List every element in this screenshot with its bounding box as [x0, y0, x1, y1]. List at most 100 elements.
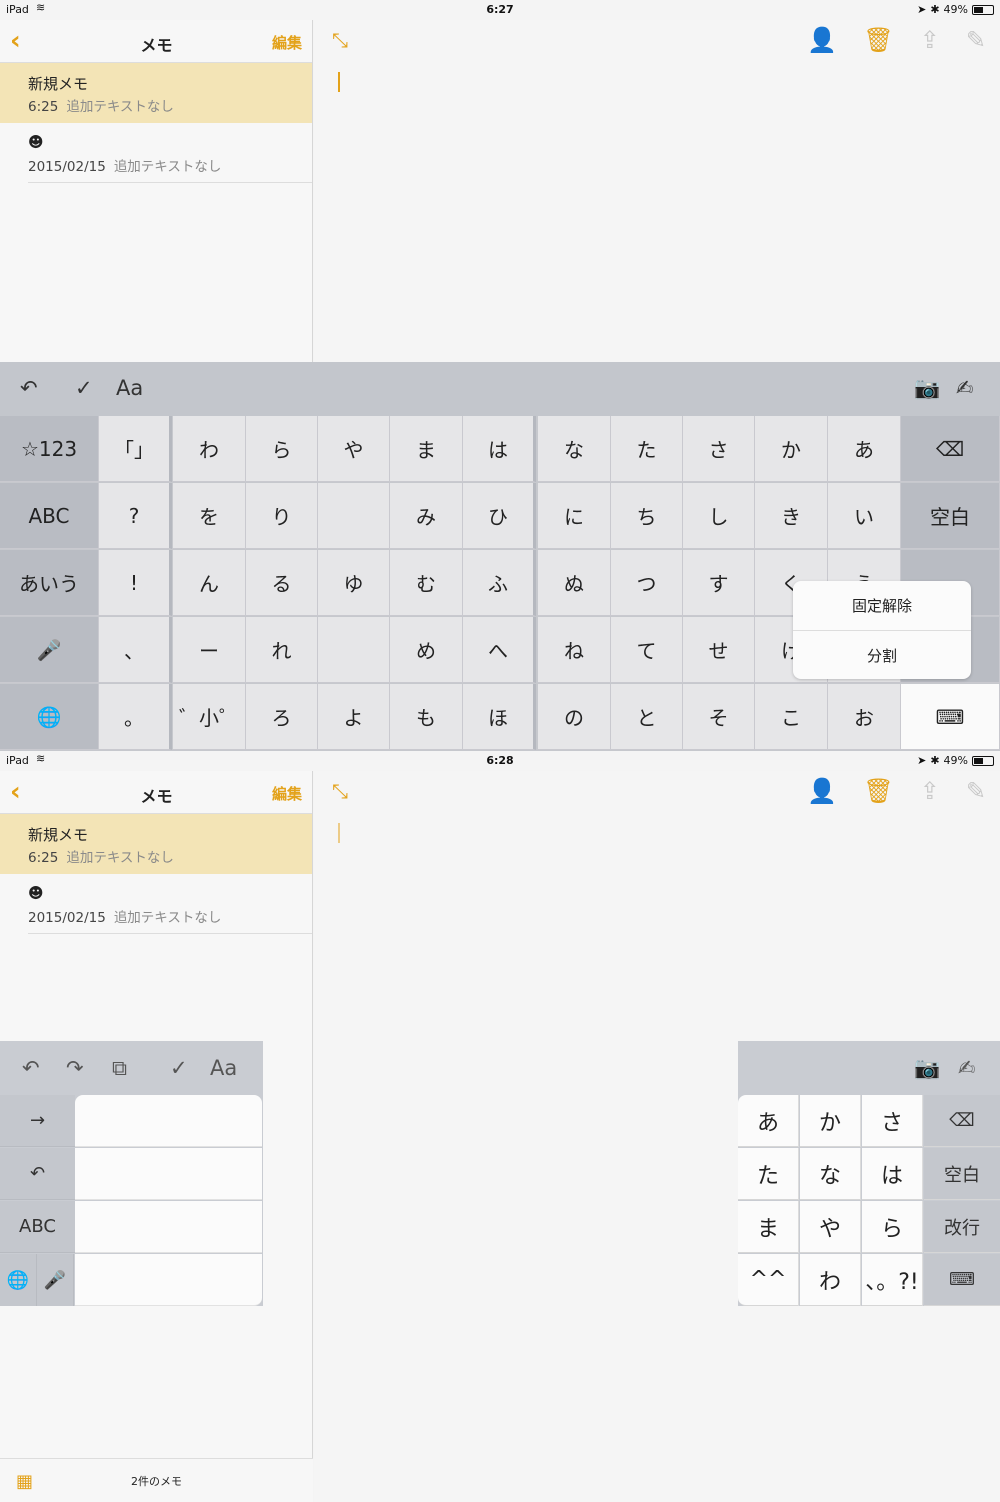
undo-icon[interactable]: ↶ [22, 1056, 40, 1080]
note-item-new[interactable]: 新規メモ 6:25 追加テキストなし [0, 814, 312, 874]
checklist-icon[interactable]: ✓ [75, 376, 93, 400]
add-collaborator-icon[interactable]: 👤 [807, 777, 837, 805]
kana-key[interactable]: ー [173, 617, 246, 683]
compose-icon[interactable]: ✎ [966, 777, 986, 805]
kana-key[interactable]: 、 [99, 617, 172, 683]
kana-key[interactable]: む [390, 550, 463, 616]
format-icon[interactable]: Aa [116, 376, 143, 400]
kana-key[interactable]: ね [538, 617, 611, 683]
kana-key[interactable]: す [683, 550, 755, 616]
kana-key[interactable]: へ [463, 617, 536, 683]
kana-key[interactable]: ら [246, 416, 318, 482]
kana-key[interactable]: わ [173, 416, 246, 482]
paste-icon[interactable]: ⧉ [112, 1056, 127, 1081]
kana-key[interactable]: あ [828, 416, 901, 482]
globe-icon[interactable]: 🌐 [0, 1254, 37, 1306]
kana-key[interactable]: ろ [246, 684, 318, 750]
mic-icon[interactable]: 🎤 [37, 1254, 74, 1306]
add-collaborator-icon[interactable]: 👤 [807, 26, 837, 54]
undo-key-icon[interactable]: ↶ [0, 1148, 75, 1200]
redo-icon[interactable]: ↷ [66, 1056, 84, 1080]
share-icon[interactable]: ⇪ [920, 26, 940, 54]
kana-key[interactable]: 、。?! [862, 1254, 923, 1306]
kana-key[interactable]: 。 [99, 684, 172, 750]
kana-key[interactable]: も [390, 684, 463, 750]
split-option[interactable]: 分割 [793, 630, 971, 679]
kana-key[interactable]: あ [738, 1095, 799, 1147]
checklist-icon[interactable]: ✓ [170, 1056, 188, 1080]
trash-icon[interactable]: 🗑 [863, 777, 893, 805]
kana-key[interactable]: ひ [463, 483, 536, 549]
kana-key[interactable]: り [246, 483, 318, 549]
kana-key[interactable]: し [683, 483, 755, 549]
kana-key[interactable]: ? [99, 483, 172, 549]
kana-key[interactable]: ん [173, 550, 246, 616]
sketch-icon[interactable]: ✍ [956, 376, 974, 400]
format-icon[interactable]: Aa [210, 1056, 237, 1080]
kana-key[interactable]: な [800, 1148, 861, 1200]
kana-key[interactable]: お [828, 684, 901, 750]
kana-key[interactable]: わ [800, 1254, 861, 1306]
keyboard-dismiss-key[interactable]: ⌨ [901, 684, 1000, 750]
kana-key[interactable]: ! [99, 550, 172, 616]
kana-key[interactable]: め [390, 617, 463, 683]
kana-key[interactable]: た [738, 1148, 799, 1200]
expand-icon[interactable]: ⤡ [332, 28, 348, 52]
mode-key-2[interactable]: ABC [0, 483, 99, 549]
kana-key[interactable]: た [611, 416, 683, 482]
note-item-new[interactable]: 新規メモ 6:25 追加テキストなし [0, 63, 312, 123]
delete-key[interactable]: ⌫ [924, 1095, 1000, 1147]
kana-key[interactable]: は [463, 416, 536, 482]
mode-key-4[interactable]: 🎤 [0, 617, 99, 683]
kana-key[interactable]: な [538, 416, 611, 482]
kana-key[interactable]: ゆ [318, 550, 390, 616]
kana-key[interactable]: は [862, 1148, 923, 1200]
kana-key[interactable] [318, 617, 390, 683]
share-icon[interactable]: ⇪ [920, 777, 940, 805]
mode-key-3[interactable]: あいう [0, 550, 99, 616]
kana-key[interactable]: か [755, 416, 828, 482]
keyboard-dismiss-key[interactable]: ⌨ [924, 1254, 1000, 1306]
undo-icon[interactable]: ↶ [20, 376, 38, 400]
camera-icon[interactable]: 📷 [914, 376, 940, 401]
compose-icon[interactable]: ✎ [966, 26, 986, 54]
kana-key[interactable]: そ [683, 684, 755, 750]
kana-key[interactable]: る [246, 550, 318, 616]
kana-key[interactable]: か [800, 1095, 861, 1147]
kana-key[interactable]: ち [611, 483, 683, 549]
kana-key[interactable]: の [538, 684, 611, 750]
kana-key[interactable]: ま [390, 416, 463, 482]
kana-key[interactable]: ぬ [538, 550, 611, 616]
kana-key[interactable]: ら [862, 1201, 923, 1253]
tab-arrow-icon[interactable]: → [0, 1095, 75, 1147]
kana-key[interactable]: つ [611, 550, 683, 616]
kana-key[interactable]: ほ [463, 684, 536, 750]
kana-key[interactable]: さ [862, 1095, 923, 1147]
kana-key[interactable]: き [755, 483, 828, 549]
kana-key[interactable]: と [611, 684, 683, 750]
mode-key-5[interactable]: 🌐 [0, 684, 99, 750]
edit-button[interactable]: 編集 [272, 32, 302, 53]
kana-key[interactable]: を [173, 483, 246, 549]
space-key[interactable]: 空白 [924, 1148, 1000, 1200]
kana-key[interactable]: ま [738, 1201, 799, 1253]
trash-icon[interactable]: 🗑 [863, 26, 893, 54]
mode-key-1[interactable]: ☆123 [0, 416, 99, 482]
note-item-smiley[interactable]: ☻ 2015/02/15 追加テキストなし [0, 874, 312, 934]
kana-key[interactable]: ゛小゜ [173, 684, 246, 750]
kana-key[interactable]: ふ [463, 550, 536, 616]
kana-key[interactable]: い [828, 483, 901, 549]
kana-key[interactable]: 「」 [99, 416, 172, 482]
kana-key[interactable]: や [318, 416, 390, 482]
kana-key[interactable]: さ [683, 416, 755, 482]
kana-key[interactable]: よ [318, 684, 390, 750]
kana-key[interactable]: て [611, 617, 683, 683]
kana-key[interactable]: れ [246, 617, 318, 683]
return-key[interactable]: 改行 [924, 1201, 1000, 1253]
abc-key[interactable]: ABC [0, 1201, 75, 1253]
edit-button[interactable]: 編集 [272, 783, 302, 804]
undock-option[interactable]: 固定解除 [793, 581, 971, 630]
sketch-icon[interactable]: ✍ [958, 1056, 976, 1080]
note-item-smiley[interactable]: ☻ 2015/02/15 追加テキストなし [0, 123, 312, 183]
kana-key[interactable] [318, 483, 390, 549]
